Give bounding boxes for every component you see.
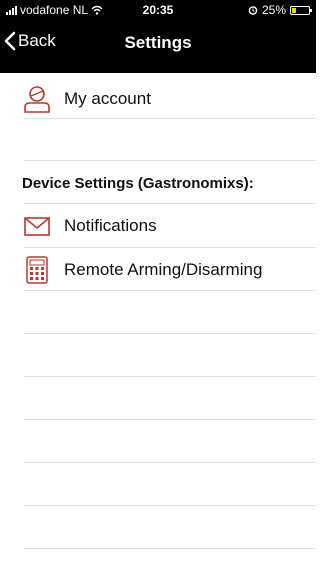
alarm-icon	[248, 6, 258, 15]
divider	[24, 505, 316, 506]
divider	[24, 247, 316, 248]
status-bar: vodafone NL 20:35 25%	[0, 0, 316, 20]
settings-item-label: My account	[64, 89, 151, 108]
battery-icon	[290, 5, 312, 15]
battery-fill	[292, 7, 296, 13]
settings-item-remote-arming[interactable]: Remote Arming/Disarming	[0, 255, 316, 285]
divider	[24, 548, 316, 549]
chevron-left-icon	[4, 31, 16, 51]
keypad-icon	[20, 256, 54, 284]
divider	[24, 419, 316, 420]
back-label: Back	[18, 31, 56, 50]
envelope-icon	[20, 212, 54, 240]
battery-percent: 25%	[261, 3, 286, 17]
user-icon	[20, 85, 54, 113]
divider	[24, 118, 316, 119]
divider	[24, 203, 316, 204]
status-right: 25%	[248, 3, 312, 17]
navigation-bar: Back Settings	[0, 20, 316, 73]
settings-item-label: Remote Arming/Disarming	[64, 260, 263, 279]
divider	[24, 333, 316, 334]
divider	[24, 160, 316, 161]
divider	[24, 376, 316, 377]
settings-item-label: Notifications	[64, 216, 157, 235]
back-button[interactable]: Back	[4, 31, 56, 51]
divider	[24, 462, 316, 463]
settings-item-notifications[interactable]: Notifications	[0, 212, 316, 240]
divider	[24, 290, 316, 291]
settings-item-my-account[interactable]: My account	[0, 84, 316, 114]
section-title: Device Settings (Gastronomixs):	[22, 175, 254, 192]
